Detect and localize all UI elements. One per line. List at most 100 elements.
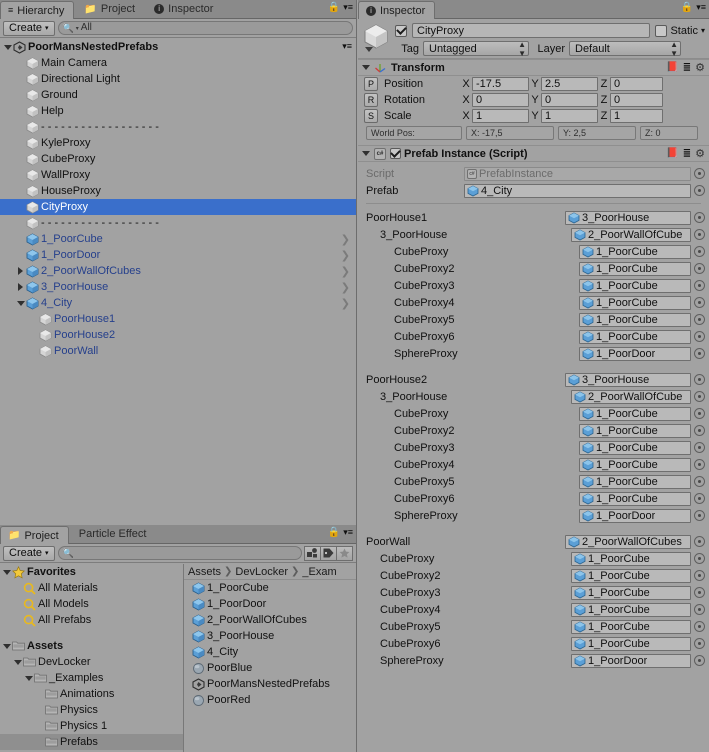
transform-x-field[interactable]: 1 [472, 109, 529, 123]
project-file-row[interactable]: 2_PoorWallOfCubes [184, 612, 356, 628]
object-picker-icon[interactable] [694, 587, 705, 598]
project-file-row[interactable]: PoorBlue [184, 660, 356, 676]
gameobject-enabled-checkbox[interactable] [395, 24, 407, 37]
project-tree-row[interactable]: _Examples [0, 670, 183, 686]
project-asset-list[interactable]: Assets ❯ DevLocker ❯ _Exam 1_PoorCube 1_P… [184, 564, 356, 752]
preset-icon[interactable]: ≣ [683, 148, 691, 159]
prefab-override-field[interactable]: 1_PoorCube [571, 585, 691, 600]
object-picker-icon[interactable] [694, 442, 705, 453]
project-create-button[interactable]: Create ▾ [3, 545, 55, 561]
hierarchy-scene-row[interactable]: PoorMansNestedPrefabs ▾≡ [0, 39, 356, 55]
prefab-override-field[interactable]: 1_PoorCube [571, 619, 691, 634]
chevron-down-icon[interactable] [2, 643, 12, 649]
hierarchy-row[interactable]: Ground [0, 87, 356, 103]
prefab-override-field[interactable]: 1_PoorCube [579, 440, 691, 455]
layer-dropdown[interactable]: Default ▲ ▼ [569, 40, 681, 58]
hierarchy-row[interactable]: - - - - - - - - - - - - - - - - - - [0, 119, 356, 135]
object-picker-icon[interactable] [694, 348, 705, 359]
prefab-override-field[interactable]: 1_PoorCube [579, 244, 691, 259]
project-tree-row[interactable]: Animations [0, 686, 183, 702]
panel-menu-icon[interactable]: ▾≡ [343, 527, 353, 538]
object-picker-icon[interactable] [694, 331, 705, 342]
tab-project[interactable]: 📁 Project [77, 0, 144, 18]
hierarchy-row[interactable]: CubeProxy [0, 151, 356, 167]
project-file-row[interactable]: 1_PoorCube [184, 580, 356, 596]
prefab-override-field[interactable]: 1_PoorCube [571, 568, 691, 583]
transform-z-field[interactable]: 1 [610, 109, 663, 123]
static-checkbox[interactable] [655, 24, 668, 37]
transform-x-field[interactable]: 0 [472, 93, 529, 107]
prefab-override-field[interactable]: 1_PoorCube [579, 423, 691, 438]
hierarchy-row[interactable]: PoorWall [0, 343, 356, 359]
hierarchy-row[interactable]: Help [0, 103, 356, 119]
hierarchy-row[interactable]: PoorHouse2 [0, 327, 356, 343]
chevron-down-icon[interactable] [13, 659, 23, 665]
chevron-right-icon[interactable]: ❯ [341, 265, 350, 278]
hierarchy-row[interactable]: - - - - - - - - - - - - - - - - - - [0, 215, 356, 231]
hierarchy-row[interactable]: HouseProxy [0, 183, 356, 199]
transform-y-field[interactable]: 1 [541, 109, 598, 123]
chevron-down-icon[interactable]: ▾ [701, 26, 705, 35]
breadcrumb-item[interactable]: _Exam [302, 566, 336, 578]
project-tree-row[interactable] [0, 628, 183, 638]
hierarchy-row[interactable]: 4_City ❯ [0, 295, 356, 311]
object-picker-icon[interactable] [694, 212, 705, 223]
tab-hierarchy[interactable]: ≡ Hierarchy [0, 1, 75, 19]
prefab-override-field[interactable]: 1_PoorDoor [579, 346, 691, 361]
help-icon[interactable]: 📕 [666, 62, 678, 73]
transform-key-button[interactable]: R [364, 93, 378, 107]
object-picker-icon[interactable] [694, 493, 705, 504]
hierarchy-row[interactable]: 2_PoorWallOfCubes ❯ [0, 263, 356, 279]
hierarchy-row[interactable]: CityProxy [0, 199, 356, 215]
object-picker-icon[interactable] [694, 553, 705, 564]
tab-particle-effect[interactable]: Particle Effect [72, 525, 156, 543]
object-picker-icon[interactable] [694, 314, 705, 325]
tab-project[interactable]: 📁 Project [0, 526, 69, 544]
preset-icon[interactable]: ≣ [683, 62, 691, 73]
chevron-right-icon[interactable]: ❯ [341, 297, 350, 310]
prefab-override-field[interactable]: 3_PoorHouse [565, 372, 691, 387]
project-tree-row[interactable]: Physics [0, 702, 183, 718]
object-picker-icon[interactable] [694, 408, 705, 419]
gear-icon[interactable]: ⚙ [695, 61, 705, 74]
project-tree-row[interactable]: Prefabs [0, 734, 183, 750]
filter-favorite-icon[interactable] [336, 545, 353, 561]
prefab-override-field[interactable]: 2_PoorWallOfCube [571, 227, 691, 242]
hierarchy-tree[interactable]: PoorMansNestedPrefabs ▾≡ Main Camera Dire… [0, 39, 356, 525]
panel-menu-icon[interactable]: ▾≡ [696, 2, 706, 13]
prefab-override-field[interactable]: 2_PoorWallOfCube [571, 389, 691, 404]
object-picker-icon[interactable] [694, 280, 705, 291]
chevron-down-icon[interactable] [362, 151, 370, 156]
lock-icon[interactable]: 🔒 [328, 2, 340, 13]
object-picker-icon[interactable] [694, 263, 705, 274]
chevron-right-icon[interactable]: ❯ [341, 249, 350, 262]
object-picker-icon[interactable] [694, 621, 705, 632]
project-tree-row[interactable]: DevLocker [0, 654, 183, 670]
project-tree-row[interactable]: Assets [0, 638, 183, 654]
object-picker-icon[interactable] [694, 168, 705, 179]
hierarchy-row[interactable]: 1_PoorDoor ❯ [0, 247, 356, 263]
transform-y-field[interactable]: 2.5 [541, 77, 598, 91]
hierarchy-row[interactable]: Main Camera [0, 55, 356, 71]
object-picker-icon[interactable] [694, 391, 705, 402]
transform-z-field[interactable]: 0 [610, 77, 663, 91]
transform-z-field[interactable]: 0 [610, 93, 663, 107]
hierarchy-row[interactable]: 3_PoorHouse ❯ [0, 279, 356, 295]
chevron-down-icon[interactable] [15, 295, 26, 311]
transform-x-field[interactable]: -17.5 [472, 77, 529, 91]
object-picker-icon[interactable] [694, 185, 705, 196]
prefab-override-field[interactable]: 1_PoorCube [571, 551, 691, 566]
project-file-row[interactable]: 3_PoorHouse [184, 628, 356, 644]
chevron-right-icon[interactable]: ❯ [341, 233, 350, 246]
object-picker-icon[interactable] [694, 638, 705, 649]
chevron-right-icon[interactable]: ❯ [341, 281, 350, 294]
gameobject-name-field[interactable]: CityProxy [412, 23, 651, 38]
filter-label-icon[interactable] [320, 545, 337, 561]
project-file-row[interactable]: PoorMansNestedPrefabs [184, 676, 356, 692]
project-file-row[interactable]: 4_City [184, 644, 356, 660]
object-picker-icon[interactable] [694, 297, 705, 308]
prefab-override-field[interactable]: 1_PoorCube [579, 295, 691, 310]
transform-component-header[interactable]: Transform 📕 ≣ ⚙ [358, 59, 709, 76]
object-picker-icon[interactable] [694, 476, 705, 487]
chevron-down-icon[interactable] [362, 65, 370, 70]
